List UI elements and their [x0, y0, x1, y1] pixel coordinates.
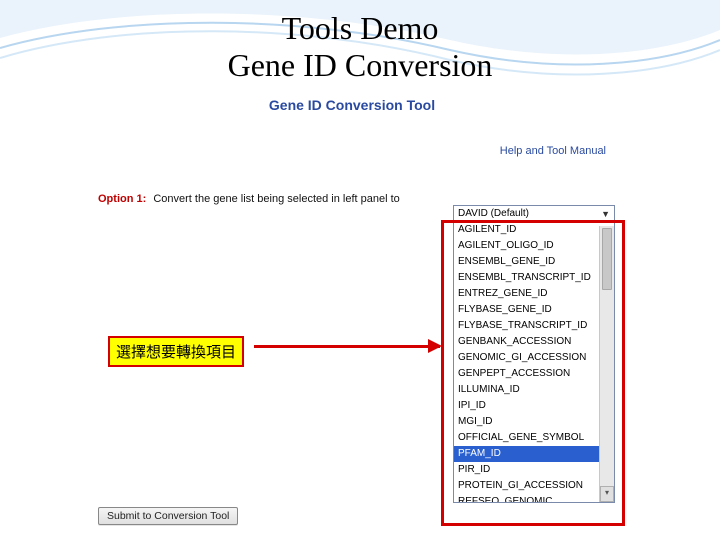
select-option[interactable]: GENOMIC_GI_ACCESSION: [454, 350, 614, 366]
select-option[interactable]: GENBANK_ACCESSION: [454, 334, 614, 350]
select-options-list: AGILENT_IDAGILENT_OLIGO_IDENSEMBL_GENE_I…: [454, 222, 614, 502]
title-line-2: Gene ID Conversion: [228, 47, 493, 83]
title-line-1: Tools Demo: [282, 10, 439, 46]
annotation-arrow: [254, 345, 440, 348]
select-option[interactable]: GENPEPT_ACCESSION: [454, 366, 614, 382]
select-option[interactable]: ENTREZ_GENE_ID: [454, 286, 614, 302]
select-option[interactable]: ILLUMINA_ID: [454, 382, 614, 398]
help-link[interactable]: Help and Tool Manual: [92, 145, 606, 157]
scroll-thumb[interactable]: [602, 228, 612, 290]
convert-to-select[interactable]: DAVID (Default) ▼ AGILENT_IDAGILENT_OLIG…: [453, 205, 615, 503]
scroll-down-button[interactable]: ▾: [600, 486, 614, 502]
select-option[interactable]: PROTEIN_GI_ACCESSION: [454, 478, 614, 494]
option-1-text: Convert the gene list being selected in …: [153, 193, 399, 205]
select-option[interactable]: ENSEMBL_TRANSCRIPT_ID: [454, 270, 614, 286]
option-1-label: Option 1:: [98, 193, 146, 205]
slide-title: Tools Demo Gene ID Conversion: [0, 10, 720, 84]
select-option[interactable]: MGI_ID: [454, 414, 614, 430]
tool-panel: Gene ID Conversion Tool Help and Tool Ma…: [92, 93, 612, 540]
submit-conversion-button[interactable]: Submit to Conversion Tool: [98, 507, 238, 525]
select-option[interactable]: ENSEMBL_GENE_ID: [454, 254, 614, 270]
select-option[interactable]: OFFICIAL_GENE_SYMBOL: [454, 430, 614, 446]
select-option[interactable]: FLYBASE_GENE_ID: [454, 302, 614, 318]
select-option[interactable]: FLYBASE_TRANSCRIPT_ID: [454, 318, 614, 334]
select-option[interactable]: AGILENT_OLIGO_ID: [454, 238, 614, 254]
select-selected-value: DAVID (Default): [458, 208, 529, 219]
select-header[interactable]: DAVID (Default) ▼: [454, 206, 614, 222]
chevron-down-icon: ▼: [601, 209, 610, 219]
select-option[interactable]: PIR_ID: [454, 462, 614, 478]
select-option[interactable]: REFSEQ_GENOMIC: [454, 494, 614, 502]
tool-title: Gene ID Conversion Tool: [92, 97, 612, 113]
annotation-label: 選擇想要轉換項目: [108, 336, 244, 367]
select-option[interactable]: AGILENT_ID: [454, 222, 614, 238]
select-option[interactable]: IPI_ID: [454, 398, 614, 414]
select-option[interactable]: PFAM_ID: [454, 446, 614, 462]
select-scrollbar[interactable]: ▾: [599, 226, 614, 502]
